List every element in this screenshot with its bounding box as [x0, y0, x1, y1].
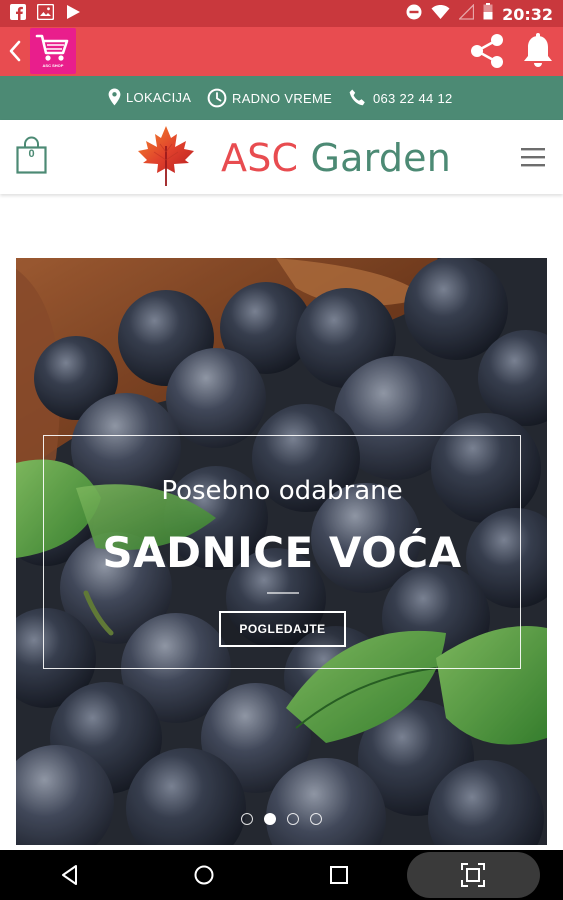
back-button[interactable]	[6, 39, 26, 63]
hero-subtitle: Posebno odabrane	[161, 476, 403, 506]
brand-name-part2: Garden	[310, 136, 452, 180]
view-button[interactable]: POGLEDAJTE	[219, 611, 346, 647]
signal-icon	[457, 2, 475, 25]
share-button[interactable]	[469, 32, 505, 70]
menu-button[interactable]	[520, 146, 546, 168]
chevron-left-icon	[9, 40, 21, 62]
maple-leaf-icon	[138, 126, 194, 186]
location-label: LOKACIJA	[126, 89, 192, 105]
hero-divider	[267, 592, 299, 594]
battery-icon	[483, 3, 493, 25]
phone-link[interactable]: 063 22 44 12	[348, 88, 453, 108]
brand-name[interactable]: ASC Garden	[221, 136, 451, 180]
nav-screenshot-button[interactable]	[460, 862, 486, 888]
wifi-icon	[431, 4, 450, 25]
bell-icon	[524, 33, 552, 67]
dnd-icon	[406, 4, 422, 25]
facebook-icon	[10, 4, 26, 25]
brand-name-part1: ASC	[221, 136, 299, 180]
maple-leaf-logo[interactable]	[134, 124, 198, 188]
play-icon	[65, 4, 81, 25]
hero-title: SADNICE VOĆA	[102, 528, 462, 577]
slider-dot-2[interactable]	[264, 813, 276, 825]
square-recents-icon	[330, 866, 348, 884]
hamburger-menu-icon	[521, 148, 545, 167]
nav-recents-button[interactable]	[327, 863, 351, 887]
phone-number: 063 22 44 12	[373, 90, 453, 106]
shopping-cart-icon	[35, 34, 69, 61]
app-logo-text: ASC SHOP	[42, 63, 64, 68]
slider-dot-4[interactable]	[310, 813, 322, 825]
site-header: 0 ASC Garden	[0, 120, 563, 194]
slider-dot-3[interactable]	[287, 813, 299, 825]
slider-dots	[241, 813, 322, 825]
notifications-button[interactable]	[521, 32, 555, 70]
hero-caption: Posebno odabrane SADNICE VOĆA POGLEDAJTE	[43, 435, 521, 669]
cart-count: 0	[28, 148, 35, 160]
app-bar: ASC SHOP	[0, 27, 563, 76]
status-time: 20:32	[502, 4, 553, 24]
map-pin-icon	[108, 88, 121, 106]
clock-icon	[207, 88, 227, 108]
nav-back-button[interactable]	[58, 863, 82, 887]
image-icon	[36, 3, 55, 25]
phone-icon	[349, 89, 365, 106]
triangle-back-icon	[62, 865, 77, 885]
nav-home-button[interactable]	[192, 863, 216, 887]
slider-dot-1[interactable]	[241, 813, 253, 825]
app-logo[interactable]: ASC SHOP	[30, 28, 76, 74]
hero-slider[interactable]: Posebno odabrane SADNICE VOĆA POGLEDAJTE	[16, 258, 547, 845]
status-bar: 20:32	[0, 0, 563, 27]
screenshot-icon	[461, 863, 485, 887]
circle-home-icon	[194, 865, 214, 885]
location-link[interactable]: LOKACIJA	[108, 88, 191, 106]
hours-label: RADNO VREME	[232, 90, 333, 106]
info-bar: LOKACIJA RADNO VREME 063 22 44 12	[0, 76, 563, 120]
hours-link[interactable]: RADNO VREME	[207, 88, 332, 108]
share-icon	[471, 34, 503, 68]
